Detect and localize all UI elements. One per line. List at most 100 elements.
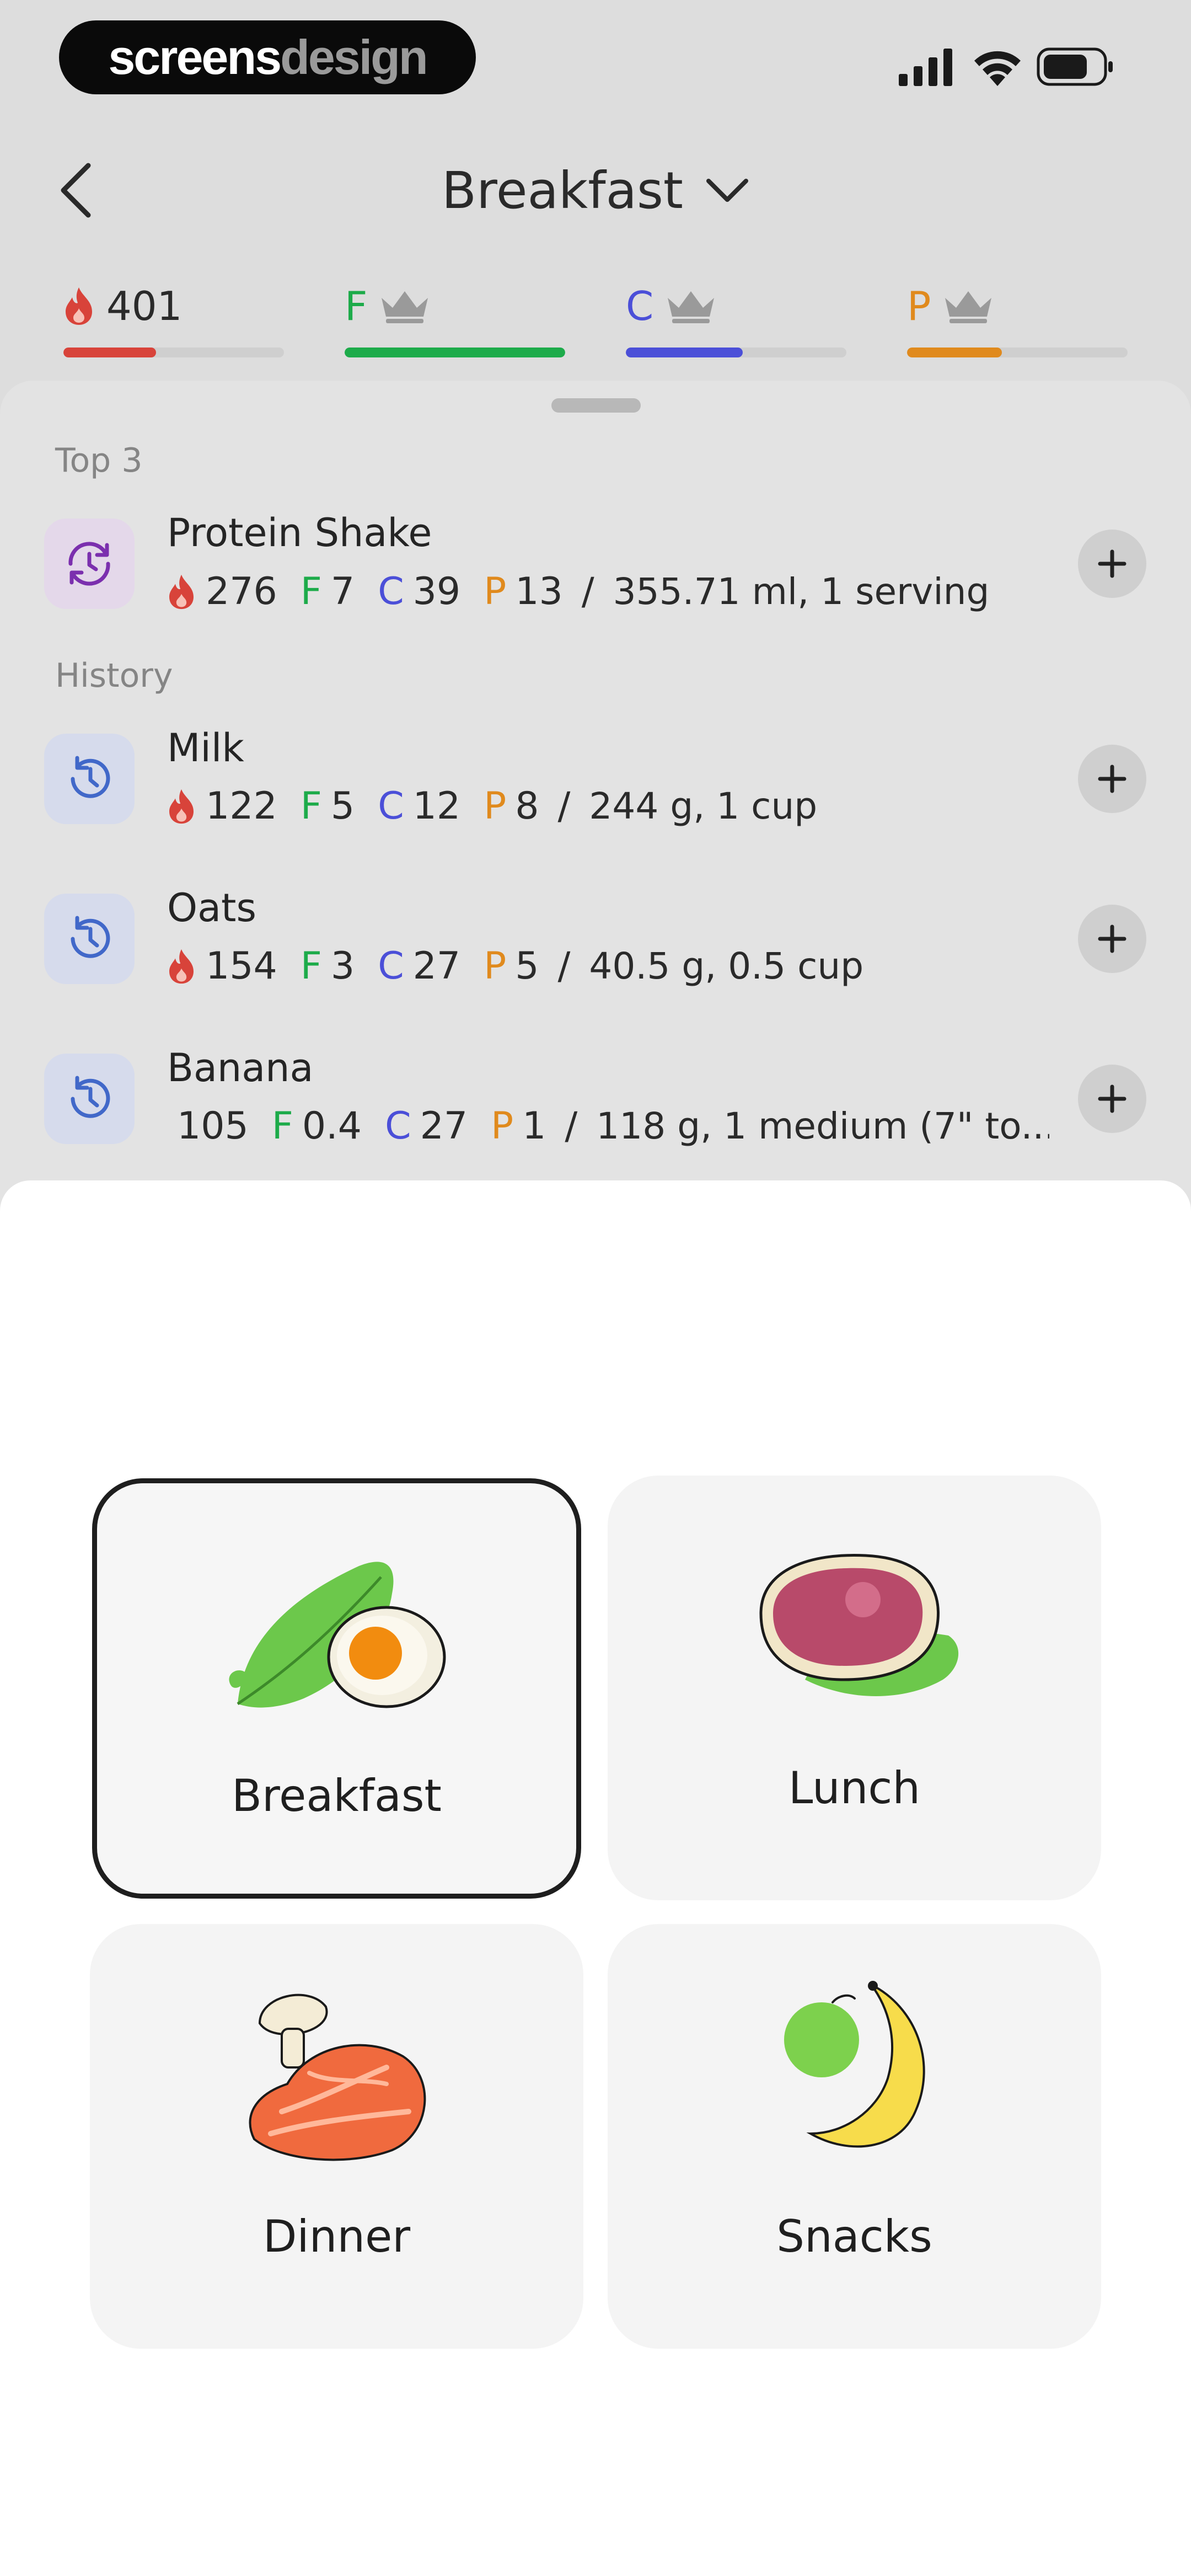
plus-icon — [1098, 765, 1126, 793]
fat-letter: F — [345, 283, 368, 329]
meal-option-label: Breakfast — [232, 1770, 442, 1821]
separator: / — [581, 570, 594, 613]
kcal-value: 105 — [177, 1104, 249, 1148]
history-clock-icon — [71, 916, 110, 958]
fat-letter: F — [300, 944, 322, 988]
crown-icon — [668, 291, 715, 323]
lunch-steak-illustration — [759, 1553, 958, 1696]
kcal-value: 122 — [206, 784, 277, 828]
food-name[interactable]: Milk — [167, 725, 244, 771]
carbs-value: 12 — [412, 784, 461, 828]
carbs-value: 27 — [412, 944, 461, 988]
fat-value: 7 — [330, 570, 355, 613]
calories-macro: 401 — [63, 279, 284, 361]
protein-value: 13 — [515, 570, 563, 613]
page-title: Breakfast — [442, 161, 683, 220]
carbs-letter: C — [385, 1104, 411, 1148]
top3-icon — [44, 519, 135, 609]
carbs-letter: C — [378, 784, 404, 828]
add-food-button[interactable] — [1078, 905, 1146, 973]
separator: / — [557, 784, 571, 828]
protein-letter: P — [491, 1104, 514, 1148]
food-nutrition: 105 F 0.4 C 27 P 1 / 118 g, 1 medium (7"… — [167, 1104, 1049, 1148]
carbs-progress-bar — [626, 348, 846, 357]
separator: / — [565, 1104, 578, 1148]
meal-option-snacks[interactable]: Snacks — [608, 1924, 1101, 2349]
protein-letter: P — [484, 944, 507, 988]
flame-icon — [169, 949, 194, 984]
flame-icon — [169, 574, 194, 609]
calories-value: 401 — [106, 283, 183, 329]
meal-option-lunch[interactable]: Lunch — [608, 1476, 1101, 1900]
fat-letter: F — [300, 570, 322, 613]
history-clock-icon — [71, 756, 110, 798]
protein-value: 5 — [515, 944, 539, 988]
battery-icon — [1037, 47, 1113, 86]
history-clock-icon — [71, 1076, 110, 1118]
protein-letter: P — [484, 570, 507, 613]
logo-text-part2: design — [280, 30, 428, 84]
flame-icon — [169, 789, 194, 824]
serving-size: 355.71 ml, 1 serving — [613, 570, 990, 613]
carbs-letter: C — [626, 283, 654, 329]
fat-letter: F — [300, 784, 322, 828]
carbs-macro: C — [626, 279, 846, 361]
add-food-button[interactable] — [1078, 1065, 1146, 1133]
carbs-letter: C — [378, 570, 404, 613]
food-nutrition: 122 F 5 C 12 P 8 / 244 g, 1 cup — [167, 784, 817, 828]
serving-size: 118 g, 1 medium (7" to... — [596, 1105, 1049, 1147]
sheet-drag-handle[interactable] — [551, 398, 641, 413]
meal-option-label: Dinner — [262, 2211, 411, 2262]
kcal-value: 154 — [206, 944, 277, 988]
history-icon — [44, 1054, 135, 1144]
screensdesign-logo: screens design — [59, 20, 476, 94]
separator: / — [557, 944, 571, 988]
protein-value: 1 — [522, 1104, 546, 1148]
fat-progress-bar — [345, 348, 565, 357]
calories-progress-bar — [63, 348, 284, 357]
history-icon — [44, 894, 135, 984]
section-top3-label: Top 3 — [55, 441, 143, 480]
section-history-label: History — [55, 656, 173, 695]
meal-option-label: Snacks — [776, 2211, 932, 2262]
protein-letter: P — [907, 283, 931, 329]
history-icon — [44, 734, 135, 824]
food-name[interactable]: Protein Shake — [167, 510, 432, 555]
snacks-fruit-illustration — [784, 1981, 925, 2148]
food-name[interactable]: Oats — [167, 885, 256, 931]
food-name[interactable]: Banana — [167, 1045, 313, 1091]
serving-size: 244 g, 1 cup — [589, 785, 818, 827]
breakfast-illustration — [228, 1562, 446, 1708]
chevron-down-icon — [706, 179, 748, 202]
meal-option-label: Lunch — [788, 1762, 921, 1814]
carbs-value: 27 — [420, 1104, 468, 1148]
plus-icon — [1098, 1084, 1126, 1113]
kcal-value: 276 — [206, 570, 277, 613]
dinner-salmon-illustration — [249, 1994, 426, 2161]
crown-icon — [945, 291, 992, 323]
plus-icon — [1098, 549, 1126, 578]
meal-selector[interactable]: Breakfast — [0, 157, 1191, 223]
serving-size: 40.5 g, 0.5 cup — [589, 945, 864, 987]
plus-icon — [1098, 924, 1126, 953]
add-food-button[interactable] — [1078, 745, 1146, 813]
meal-option-breakfast[interactable]: Breakfast — [92, 1478, 581, 1899]
food-nutrition: 154 F 3 C 27 P 5 / 40.5 g, 0.5 cup — [167, 944, 863, 988]
crown-icon — [382, 291, 428, 323]
protein-letter: P — [484, 784, 507, 828]
fat-letter: F — [271, 1104, 293, 1148]
fat-value: 0.4 — [302, 1104, 362, 1148]
food-nutrition: 276 F 7 C 39 P 13 / 355.71 ml, 1 serving — [167, 570, 989, 613]
fat-macro: F — [345, 279, 565, 361]
flame-icon — [66, 287, 92, 325]
carbs-letter: C — [378, 944, 404, 988]
wifi-icon — [974, 51, 1021, 86]
add-food-button[interactable] — [1078, 530, 1146, 598]
signal-icon — [899, 49, 952, 86]
protein-progress-bar — [907, 348, 1128, 357]
protein-value: 8 — [515, 784, 539, 828]
logo-text-part1: screens — [108, 30, 282, 84]
meal-option-dinner[interactable]: Dinner — [90, 1924, 583, 2349]
fat-value: 3 — [330, 944, 355, 988]
carbs-value: 39 — [412, 570, 461, 613]
